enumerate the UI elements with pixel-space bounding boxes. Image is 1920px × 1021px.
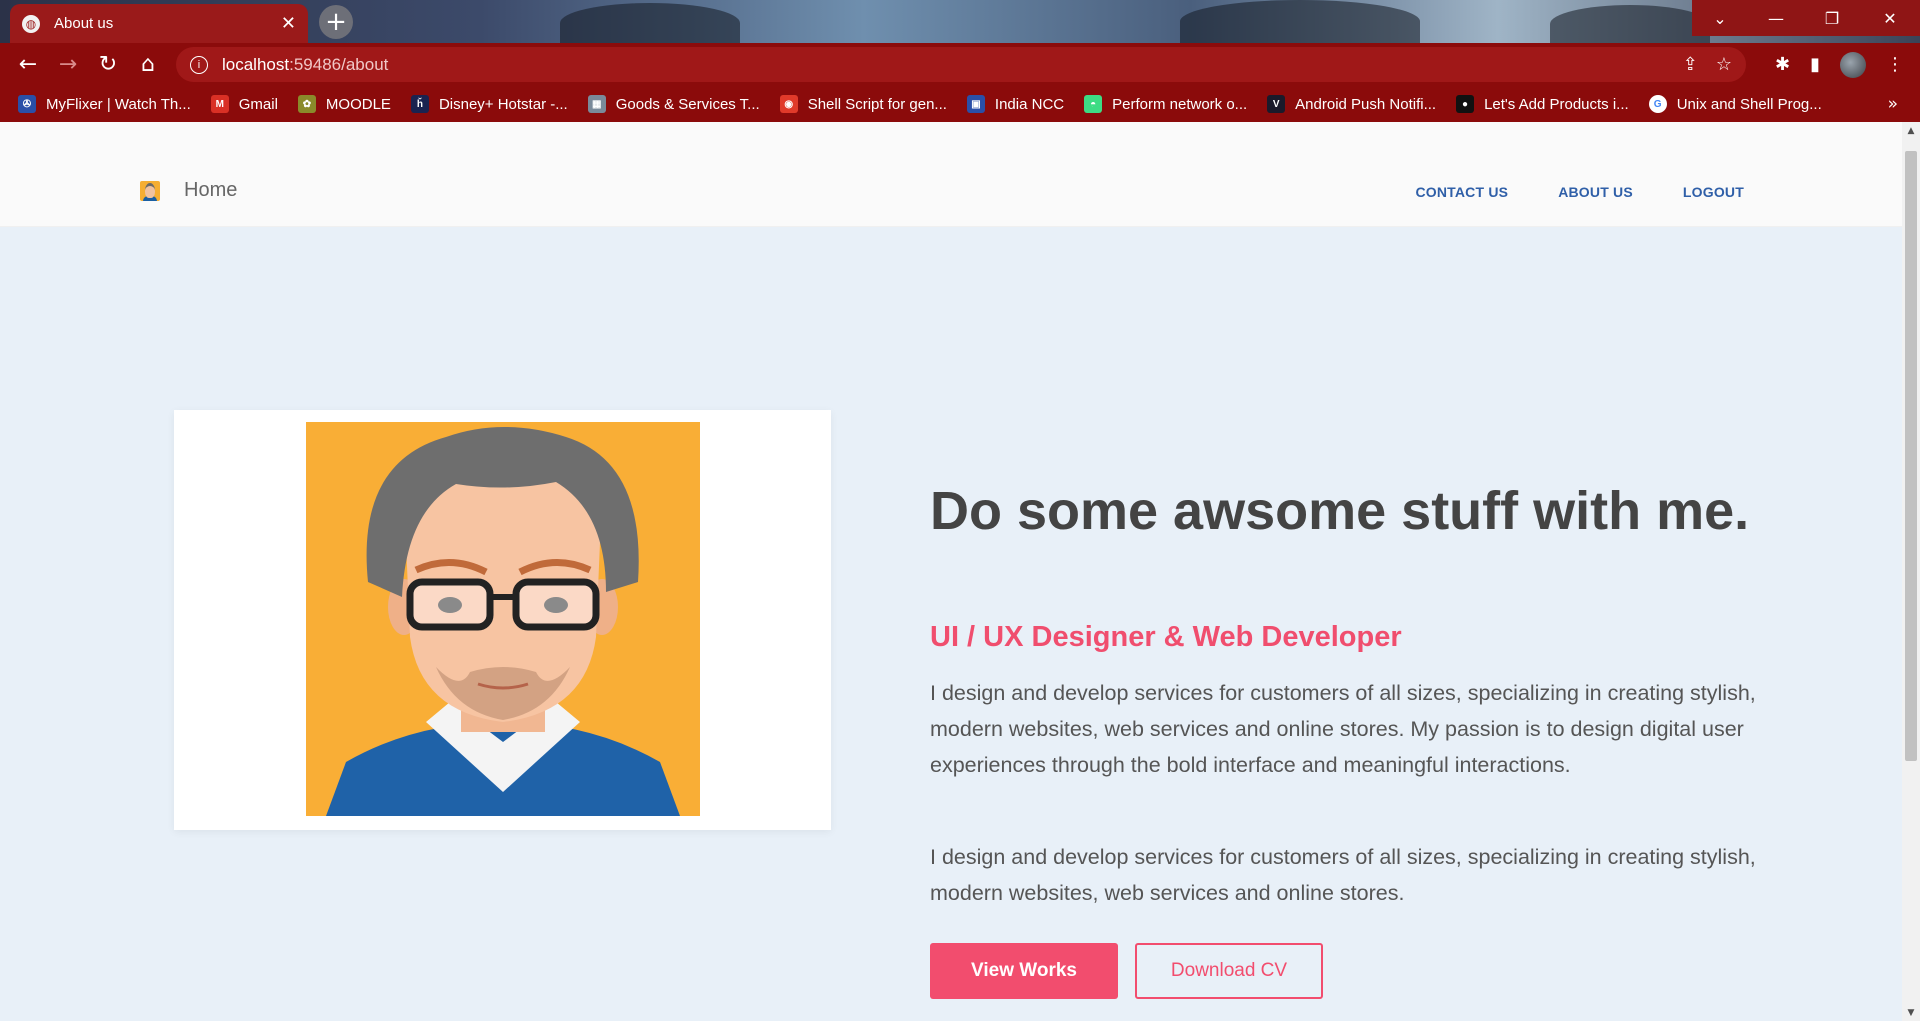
- nav-about-us-link[interactable]: ABOUT US: [1558, 184, 1633, 200]
- hero-headline: Do some awsome stuff with me.: [930, 481, 1750, 541]
- browser-tab-active[interactable]: ◍ About us ✕: [10, 4, 308, 43]
- tab-title: About us: [54, 15, 114, 32]
- bookmark-item[interactable]: ✇ MyFlixer | Watch Th...: [18, 95, 191, 113]
- page-scrollbar[interactable]: ▲ ▼: [1902, 122, 1920, 1021]
- bookmark-star-icon[interactable]: ☆: [1716, 54, 1732, 75]
- v-icon: V: [1267, 95, 1286, 113]
- bookmark-label: MOODLE: [325, 95, 391, 113]
- site-logo-icon[interactable]: [140, 181, 160, 201]
- bookmark-label: Gmail: [238, 95, 278, 113]
- site-info-icon[interactable]: i: [190, 55, 208, 74]
- bookmark-item[interactable]: ● Let's Add Products i...: [1456, 95, 1629, 113]
- ncc-icon: ▣: [966, 95, 985, 113]
- bookmark-label: Goods & Services T...: [615, 95, 760, 113]
- bookmark-item[interactable]: ▦ Goods & Services T...: [587, 95, 760, 113]
- minimize-button[interactable]: —: [1748, 0, 1804, 36]
- hero-paragraph-1: I design and develop services for custom…: [930, 681, 1756, 777]
- view-works-button[interactable]: View Works: [930, 943, 1118, 999]
- site-navbar: Home CONTACT US ABOUT US LOGOUT: [0, 122, 1902, 227]
- bookmarks-overflow-chevron-icon[interactable]: »: [1888, 86, 1898, 122]
- bookmark-label: Perform network o...: [1112, 95, 1248, 113]
- nav-contact-us-link[interactable]: CONTACT US: [1415, 184, 1508, 200]
- home-icon[interactable]: ⌂: [128, 45, 168, 85]
- gmail-icon: M: [210, 95, 229, 113]
- scroll-down-arrow-icon[interactable]: ▼: [1902, 1004, 1920, 1021]
- profile-avatar-illustration: [306, 422, 700, 816]
- bookmark-item[interactable]: M Gmail: [210, 95, 278, 113]
- background-tree: [560, 3, 740, 43]
- bookmark-item[interactable]: ◉ Shell Script for gen...: [779, 95, 947, 113]
- nav-logout-link[interactable]: LOGOUT: [1683, 184, 1744, 200]
- bookmarks-bar: ✇ MyFlixer | Watch Th... M Gmail ✿ MOODLE ȟ Dis…: [0, 86, 1920, 122]
- extensions-puzzle-icon[interactable]: ✱: [1775, 54, 1790, 75]
- hero-paragraph-2: I design and develop services for custom…: [930, 845, 1756, 905]
- android-icon: ◓: [1084, 95, 1103, 113]
- nav-links: CONTACT US ABOUT US LOGOUT: [1415, 184, 1744, 200]
- globe-icon: ◍: [22, 14, 40, 33]
- moodle-icon: ✿: [297, 95, 316, 113]
- address-bar[interactable]: i localhost:59486/about ⇪ ☆: [176, 47, 1746, 82]
- hero-subheadline: UI / UX Designer & Web Developer: [930, 621, 1402, 653]
- url-text: localhost:59486/about: [222, 54, 389, 74]
- hotstar-icon: ȟ: [410, 95, 429, 113]
- google-icon: G: [1648, 95, 1667, 113]
- page-viewport: Home CONTACT US ABOUT US LOGOUT Do some …: [0, 122, 1920, 1021]
- bookmark-label: MyFlixer | Watch Th...: [46, 95, 191, 113]
- bookmark-label: Unix and Shell Prog...: [1676, 95, 1822, 113]
- bookmark-label: India NCC: [994, 95, 1065, 113]
- tab-search-chevron-icon[interactable]: ⌄: [1692, 0, 1748, 36]
- record-icon: ◉: [779, 95, 798, 113]
- bookmark-item[interactable]: G Unix and Shell Prog...: [1648, 95, 1822, 113]
- new-tab-button[interactable]: +: [319, 5, 353, 39]
- tab-close-icon[interactable]: ✕: [281, 13, 296, 34]
- bookmark-label: Android Push Notifi...: [1295, 95, 1437, 113]
- bookmark-label: Disney+ Hotstar -...: [438, 95, 568, 113]
- menu-kebab-icon[interactable]: ⋮: [1886, 54, 1904, 75]
- side-panel-icon[interactable]: ▮: [1810, 54, 1820, 75]
- bookmark-item[interactable]: ▣ India NCC: [966, 95, 1065, 113]
- back-arrow-icon[interactable]: ←: [8, 45, 48, 85]
- bookmark-item[interactable]: ◓ Perform network o...: [1084, 95, 1247, 113]
- profile-photo-frame: [174, 410, 831, 830]
- profile-avatar-icon[interactable]: [1840, 51, 1866, 78]
- reload-icon[interactable]: ↻: [88, 45, 128, 85]
- scrollbar-thumb[interactable]: [1905, 151, 1917, 761]
- restore-button[interactable]: ❐: [1804, 0, 1860, 36]
- cartoon-avatar-svg: [306, 422, 700, 816]
- scroll-up-arrow-icon[interactable]: ▲: [1902, 122, 1920, 139]
- nav-home-link[interactable]: Home: [184, 179, 237, 202]
- forward-arrow-icon[interactable]: →: [48, 45, 88, 85]
- background-tree: [1180, 0, 1420, 43]
- share-icon[interactable]: ⇪: [1683, 54, 1698, 75]
- medium-icon: ●: [1456, 95, 1475, 113]
- browser-tab-strip: ◍ About us ✕ + ⌄ — ❐ ✕: [0, 0, 1920, 43]
- gst-icon: ▦: [587, 95, 606, 113]
- download-cv-button[interactable]: Download CV: [1135, 943, 1323, 999]
- bookmark-item[interactable]: V Android Push Notifi...: [1267, 95, 1436, 113]
- bookmark-item[interactable]: ✿ MOODLE: [297, 95, 391, 113]
- background-tree: [1550, 5, 1710, 43]
- film-icon: ✇: [18, 95, 36, 113]
- bookmark-item[interactable]: ȟ Disney+ Hotstar -...: [410, 95, 568, 113]
- bookmark-label: Shell Script for gen...: [807, 95, 947, 113]
- about-hero-section: Do some awsome stuff with me. UI / UX De…: [0, 227, 1902, 1021]
- close-window-button[interactable]: ✕: [1860, 0, 1920, 36]
- bookmark-label: Let's Add Products i...: [1484, 95, 1629, 113]
- browser-toolbar: ← → ↻ ⌂ i localhost:59486/about ⇪ ☆ ✱ ▮ …: [0, 43, 1920, 86]
